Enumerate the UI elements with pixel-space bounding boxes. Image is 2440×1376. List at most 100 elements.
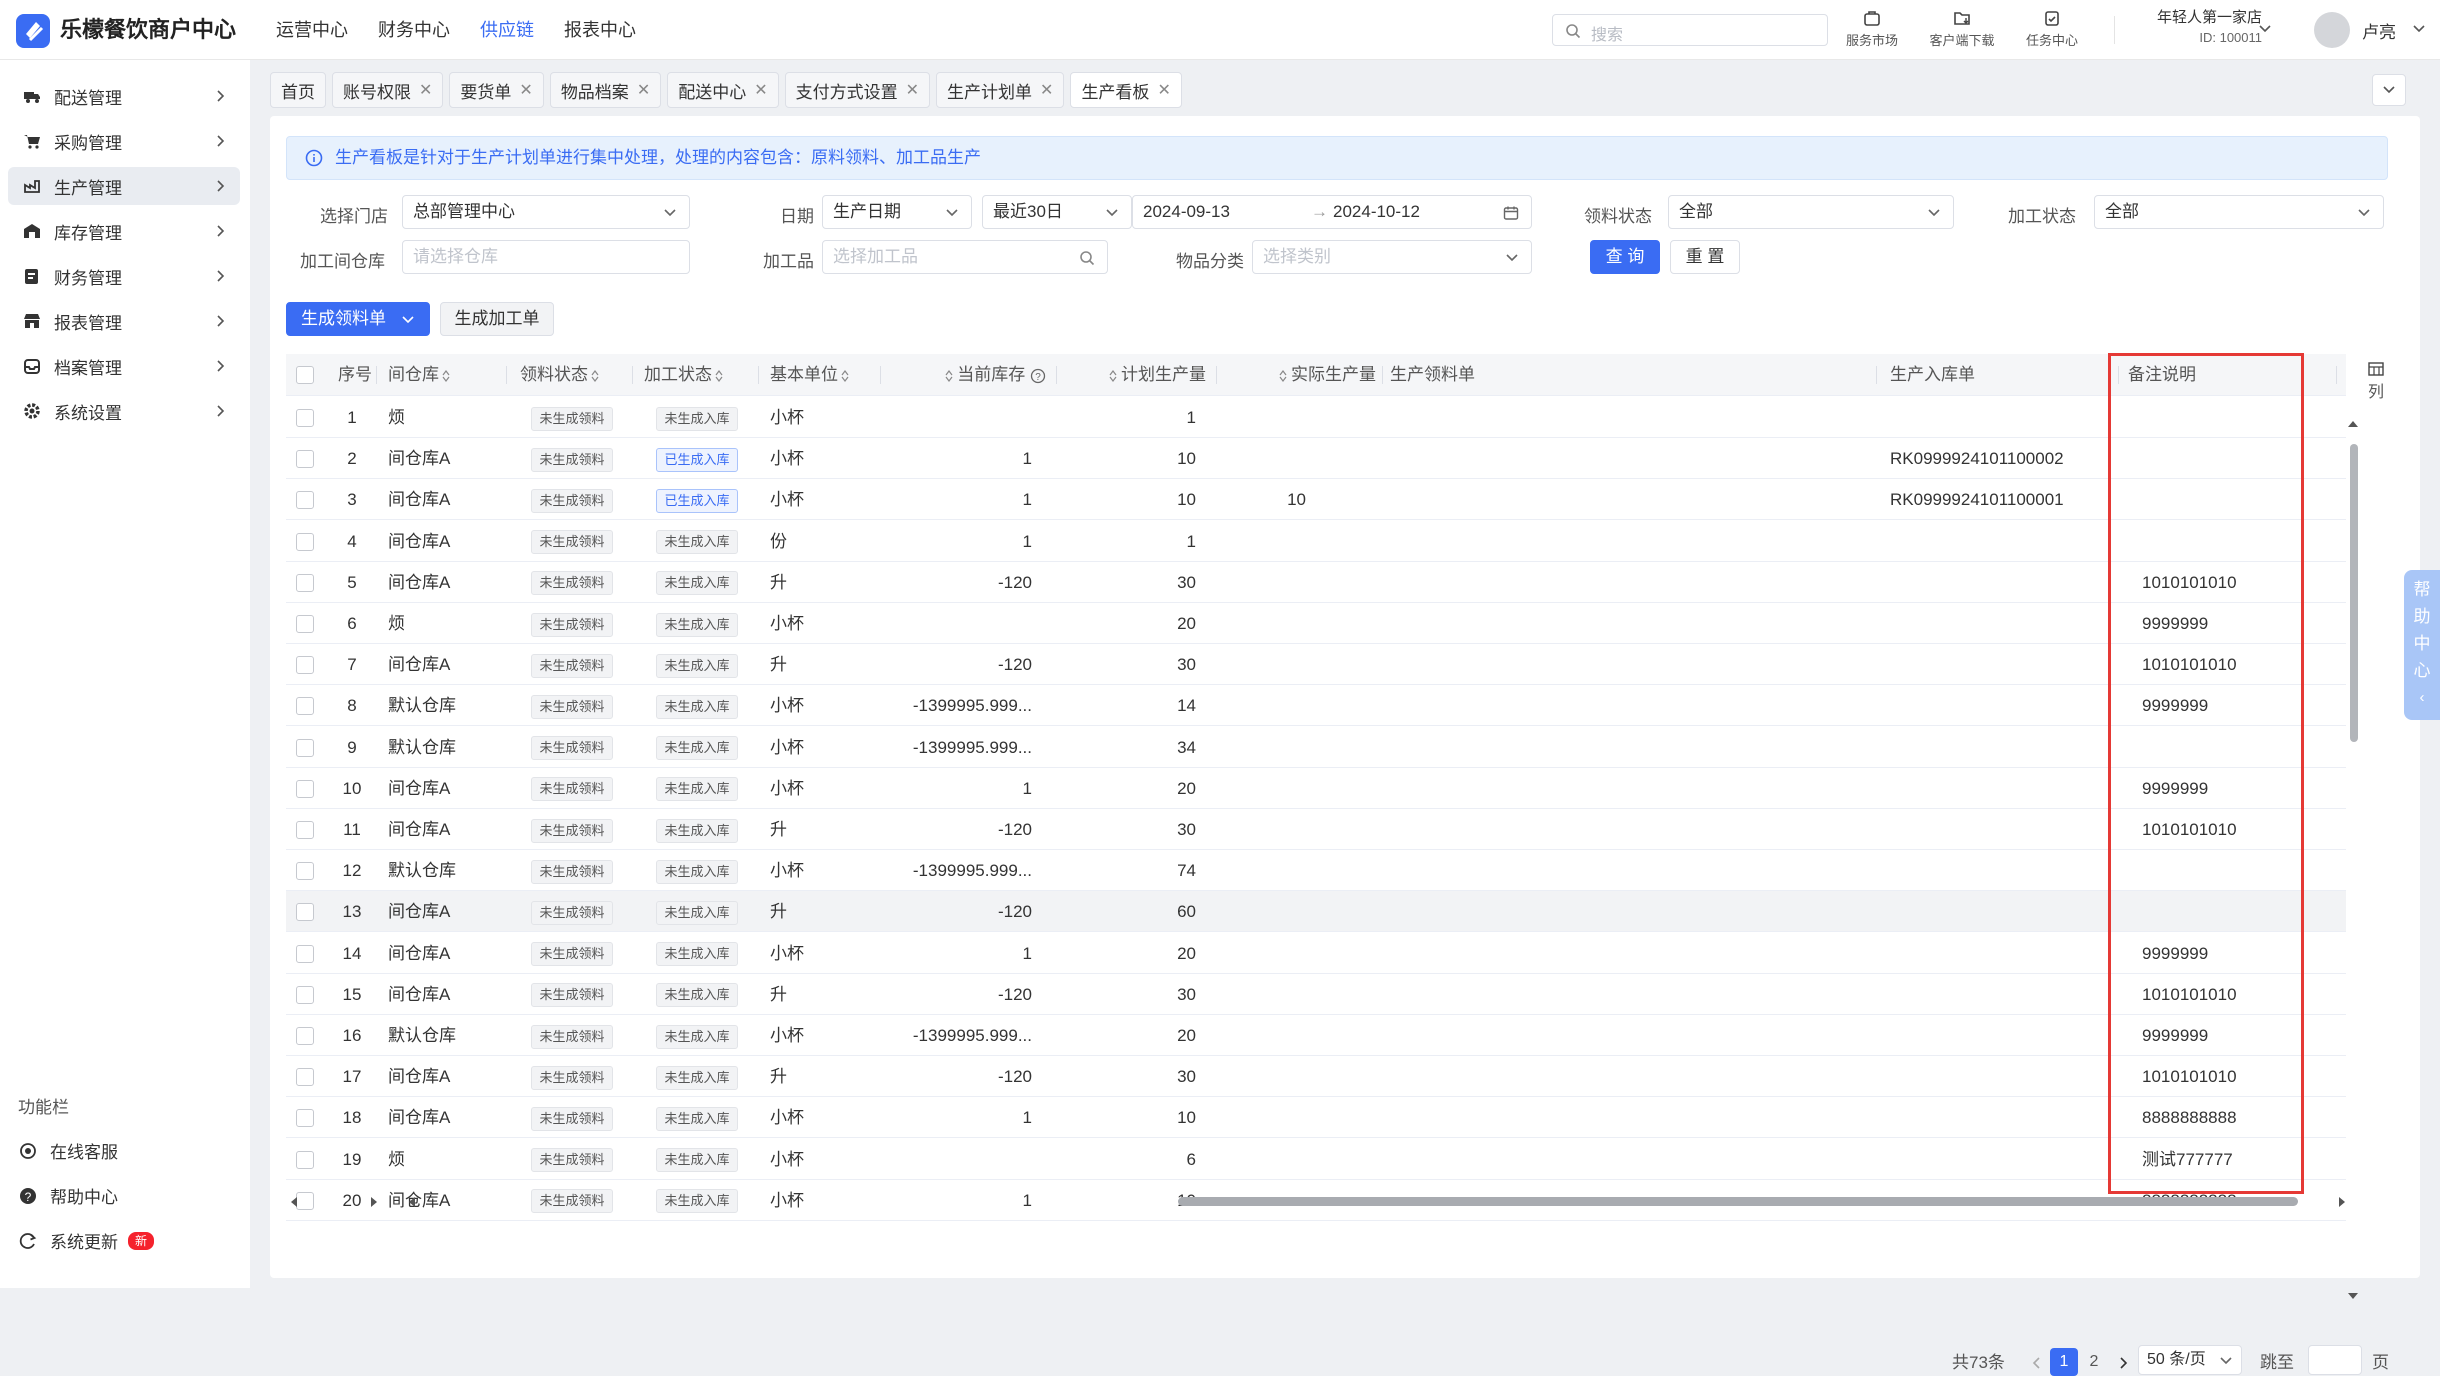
store-select[interactable]: 总部管理中心 [402,195,690,229]
row-checkbox[interactable] [296,1150,314,1169]
close-icon[interactable]: ✕ [1157,80,1170,100]
category-select[interactable]: 选择类别 [1252,240,1532,274]
next-page-icon[interactable] [2118,1356,2128,1370]
reset-button[interactable]: 重 置 [1670,240,1740,274]
item-search-input[interactable]: 选择加工品 [822,240,1108,274]
close-icon[interactable]: ✕ [419,80,432,100]
row-checkbox[interactable] [296,615,314,633]
header-actual-qty[interactable]: 实际生产量 [1222,354,1376,396]
table-row[interactable]: 3 间仓库A 1 10 10 小杯 RK0999924101100001 未生成领料 已生成入库 [286,479,2346,521]
sidebar-item-archive[interactable]: 档案管理 [8,347,240,385]
tab-delivery-center[interactable]: 配送中心 ✕ [667,72,779,108]
help-center-dock[interactable]: 帮 助 中 心 ‹ [2404,570,2440,720]
system-update-link[interactable]: 系统更新 新 [18,1228,155,1253]
close-icon[interactable]: ✕ [1040,80,1053,100]
tool-service-market[interactable]: 服务市场 [1832,8,1912,49]
scroll-down-icon[interactable] [2347,1292,2359,1300]
tabs-more-button[interactable] [2372,74,2406,106]
header-stock[interactable]: 当前库存 ? [886,354,1046,396]
sidebar-item-finance[interactable]: 财务管理 [8,257,240,295]
generate-pick-button[interactable]: 生成领料单 [286,302,430,336]
help-center-link[interactable]: ? 帮助中心 [18,1183,118,1208]
table-row[interactable]: 4 间仓库A 1 1 份 未生成领料 未生成入库 [286,520,2346,562]
header-plan-qty[interactable]: 计划生产量 [1062,354,1206,396]
date-range-picker[interactable]: 2024-09-13 → 2024-10-12 [1132,195,1532,229]
date-type-select[interactable]: 生产日期 [822,195,972,229]
scroll-thumb[interactable] [2350,444,2358,742]
table-row[interactable]: 13 间仓库A -120 60 升 未生成领料 未生成入库 [286,891,2346,933]
row-checkbox[interactable] [296,862,314,881]
row-checkbox[interactable] [296,532,314,551]
table-row[interactable]: 1 烦 1 小杯 未生成领料 未生成入库 [286,397,2346,438]
topnav-finance[interactable]: 财务中心 [378,0,450,60]
table-row[interactable]: 15 间仓库A -120 30 升 1010101010 未生成领料 未生成入库 [286,973,2346,1015]
topnav-operations[interactable]: 运营中心 [276,0,348,60]
tab-payment-settings[interactable]: 支付方式设置 ✕ [784,72,931,108]
table-row[interactable]: 19 烦 6 小杯 测试777777 未生成领料 未生成入库 [286,1138,2346,1180]
tab-home[interactable]: 首页 [270,72,326,108]
search-input[interactable]: 搜索 [1552,14,1828,46]
scroll-left-icon[interactable] [290,1196,298,1208]
tab-account-permission[interactable]: 账号权限 ✕ [332,72,444,108]
online-service-link[interactable]: 在线客服 [18,1138,118,1163]
sidebar-item-settings[interactable]: 系统设置 [8,392,240,430]
row-checkbox[interactable] [296,738,314,757]
scroll-thumb[interactable] [1178,1197,2298,1206]
avatar[interactable] [2314,12,2350,48]
page-size-select[interactable]: 50 条/页 [2138,1345,2242,1375]
tab-production-plan[interactable]: 生产计划单 ✕ [936,72,1065,108]
row-checkbox[interactable] [296,985,314,1004]
sidebar-item-delivery[interactable]: 配送管理 [8,77,240,115]
row-checkbox[interactable] [296,491,314,510]
topnav-reports[interactable]: 报表中心 [564,0,636,60]
header-process-status[interactable]: 加工状态 [644,354,727,396]
close-icon[interactable]: ✕ [519,80,532,100]
store-switcher[interactable]: 年轻人第一家店 ID: 100011 [2120,8,2262,48]
column-settings-button[interactable]: 列 [2362,362,2390,402]
row-checkbox[interactable] [296,944,314,963]
help-circle-icon[interactable]: ? [1030,368,1046,384]
table-row[interactable]: 5 间仓库A -120 30 升 1010101010 未生成领料 未生成入库 [286,561,2346,603]
warehouse-select[interactable]: 请选择仓库 [402,240,690,274]
close-icon[interactable]: ✕ [637,80,650,100]
row-checkbox[interactable] [296,821,314,839]
row-checkbox[interactable] [296,903,314,922]
table-row[interactable]: 18 间仓库A 1 10 小杯 8888888888 未生成领料 未生成入库 [286,1097,2346,1139]
tool-task-center[interactable]: 任务中心 [2012,8,2092,49]
row-checkbox[interactable] [296,1068,314,1087]
row-checkbox[interactable] [296,450,314,469]
tab-item-archive[interactable]: 物品档案 ✕ [549,72,662,108]
row-checkbox[interactable] [296,1109,314,1128]
sidebar-item-inventory[interactable]: 库存管理 [8,212,240,250]
table-row[interactable]: 11 间仓库A -120 30 升 1010101010 未生成领料 未生成入库 [286,809,2346,850]
close-icon[interactable]: ✕ [906,80,919,100]
row-checkbox[interactable] [296,409,314,427]
sidebar-item-production[interactable]: 生产管理 [8,167,240,205]
page-1-button[interactable]: 1 [2050,1348,2078,1376]
table-vertical-scrollbar[interactable] [2346,410,2360,1314]
row-checkbox[interactable] [296,573,314,592]
table-row[interactable]: 7 间仓库A -120 30 升 1010101010 未生成领料 未生成入库 [286,644,2346,686]
page-2-button[interactable]: 2 [2080,1348,2108,1376]
scroll-right-icon[interactable] [370,1196,378,1208]
row-checkbox[interactable] [296,779,314,798]
table-row[interactable]: 14 间仓库A 1 20 小杯 9999999 未生成领料 未生成入库 [286,932,2346,974]
scroll-up-icon[interactable] [2347,420,2359,428]
prev-page-icon[interactable] [2032,1356,2042,1370]
close-icon[interactable]: ✕ [754,80,767,100]
row-checkbox[interactable] [296,1027,314,1045]
topnav-supply-chain[interactable]: 供应链 [480,0,534,60]
scroll-left-icon[interactable] [408,1196,416,1208]
table-row[interactable]: 10 间仓库A 1 20 小杯 9999999 未生成领料 未生成入库 [286,767,2346,809]
table-row[interactable]: 8 默认仓库 -1399995.999... 14 小杯 9999999 未生成领料 未生成入… [286,685,2346,727]
pick-status-select[interactable]: 全部 [1668,195,1954,229]
query-button[interactable]: 查 询 [1590,240,1660,274]
table-row[interactable]: 12 默认仓库 -1399995.999... 74 小杯 未生成领料 未生成入库 [286,850,2346,892]
table-row[interactable]: 16 默认仓库 -1399995.999... 20 小杯 9999999 未生成领料 未生成… [286,1015,2346,1056]
tool-client-download[interactable]: 客户端下载 [1922,8,2002,49]
select-all-checkbox[interactable] [296,366,314,384]
generate-process-button[interactable]: 生成加工单 [440,302,554,336]
header-pick-status[interactable]: 领料状态 [520,354,603,396]
tab-requisition[interactable]: 要货单 ✕ [449,72,544,108]
table-row[interactable]: 9 默认仓库 -1399995.999... 34 小杯 未生成领料 未生成入库 [286,726,2346,768]
